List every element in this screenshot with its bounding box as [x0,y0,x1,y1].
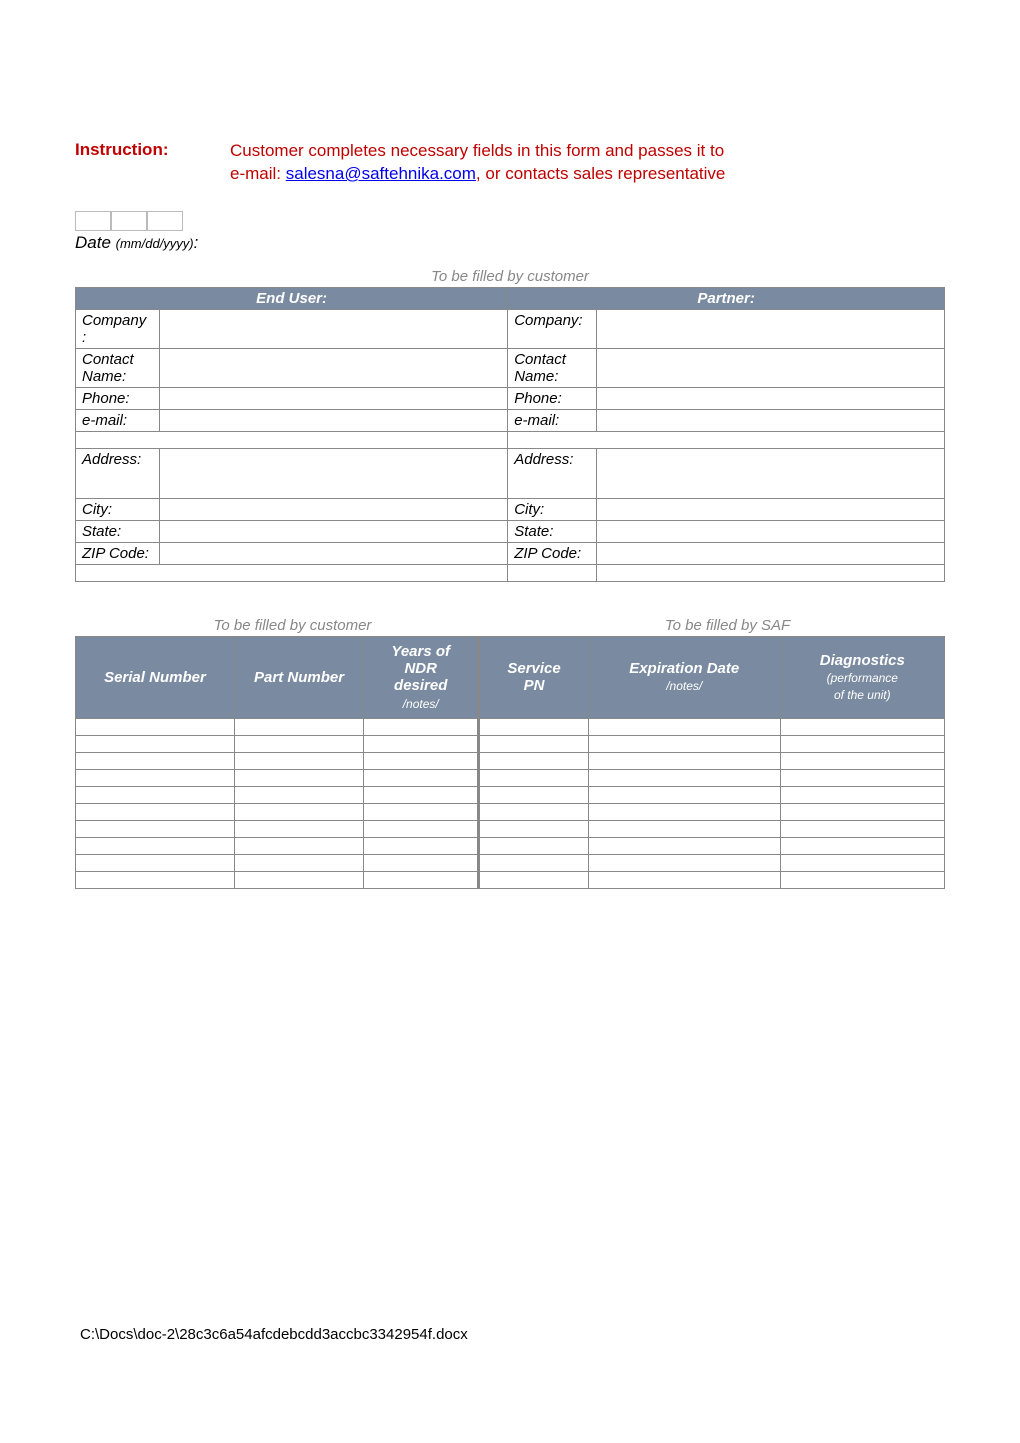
footer-path: C:\Docs\doc-2\28c3c6a54afcdebcdd3accbc33… [80,1326,468,1343]
date-year-input[interactable] [147,211,183,231]
spacer-p-1 [508,431,945,448]
label-address-p: Address: [508,448,597,498]
value-contact-p[interactable] [596,348,944,387]
label-city-p: City: [508,498,597,520]
value-email-p[interactable] [596,409,944,431]
value-phone-eu[interactable] [160,387,508,409]
table-row [76,752,945,769]
label-city-eu: City: [76,498,160,520]
label-contact-eu: Contact Name: [76,348,160,387]
value-city-p[interactable] [596,498,944,520]
label-email-p: e-mail: [508,409,597,431]
table-row [76,735,945,752]
date-month-input[interactable] [75,211,111,231]
contact-table: End User: Partner: Company : Company: Co… [75,287,945,582]
value-email-eu[interactable] [160,409,508,431]
second-notes-row: To be filled by customer To be filled by… [75,617,945,634]
note-saf: To be filled by SAF [510,617,945,634]
value-zip-p[interactable] [596,542,944,564]
table-row [76,718,945,735]
table-row [76,803,945,820]
hdr-serial: Serial Number [76,636,235,718]
value-contact-eu[interactable] [160,348,508,387]
items-table: Serial Number Part Number Years of NDR d… [75,636,945,889]
table-row [76,854,945,871]
partner-header: Partner: [508,287,945,309]
label-phone-eu: Phone: [76,387,160,409]
table-row [76,769,945,786]
date-input-group [75,211,945,231]
table-row [76,837,945,854]
label-contact-p: Contact Name: [508,348,597,387]
instruction-line2-suffix: , or contacts sales representative [476,164,725,183]
instruction-email-link[interactable]: salesna@saftehnika.com [286,164,476,183]
value-state-p[interactable] [596,520,944,542]
value-address-p[interactable] [596,448,944,498]
spacer-p-2a [508,564,597,581]
date-day-input[interactable] [111,211,147,231]
instruction-row: Instruction: Customer completes necessar… [75,140,945,186]
spacer-p-2b [596,564,944,581]
end-user-header: End User: [76,287,508,309]
hdr-diagnostics: Diagnostics (performance of the unit) [780,636,944,718]
label-zip-p: ZIP Code: [508,542,597,564]
instruction-line2-prefix: e-mail: [230,164,286,183]
table-row [76,820,945,837]
note-customer-1: To be filled by customer [75,268,945,285]
instruction-text: Customer completes necessary fields in t… [230,140,725,186]
instruction-label: Instruction: [75,140,230,186]
hdr-years: Years of NDR desired /notes/ [364,636,479,718]
note-customer-2: To be filled by customer [75,617,510,634]
date-label: Date (mm/dd/yyyy): [75,233,945,253]
hdr-expiration: Expiration Date /notes/ [588,636,780,718]
hdr-part: Part Number [234,636,363,718]
value-state-eu[interactable] [160,520,508,542]
value-address-eu[interactable] [160,448,508,498]
label-state-p: State: [508,520,597,542]
label-company-eu: Company : [76,309,160,348]
instruction-line1: Customer completes necessary fields in t… [230,141,724,160]
label-state-eu: State: [76,520,160,542]
label-email-eu: e-mail: [76,409,160,431]
label-zip-eu: ZIP Code: [76,542,160,564]
label-phone-p: Phone: [508,387,597,409]
value-zip-eu[interactable] [160,542,508,564]
value-company-eu[interactable] [160,309,508,348]
label-company-p: Company: [508,309,597,348]
table-row [76,786,945,803]
hdr-service: Service PN [479,636,589,718]
value-city-eu[interactable] [160,498,508,520]
value-company-p[interactable] [596,309,944,348]
spacer-eu-2 [76,564,508,581]
table-row [76,871,945,888]
label-address-eu: Address: [76,448,160,498]
value-phone-p[interactable] [596,387,944,409]
spacer-eu-1 [76,431,508,448]
